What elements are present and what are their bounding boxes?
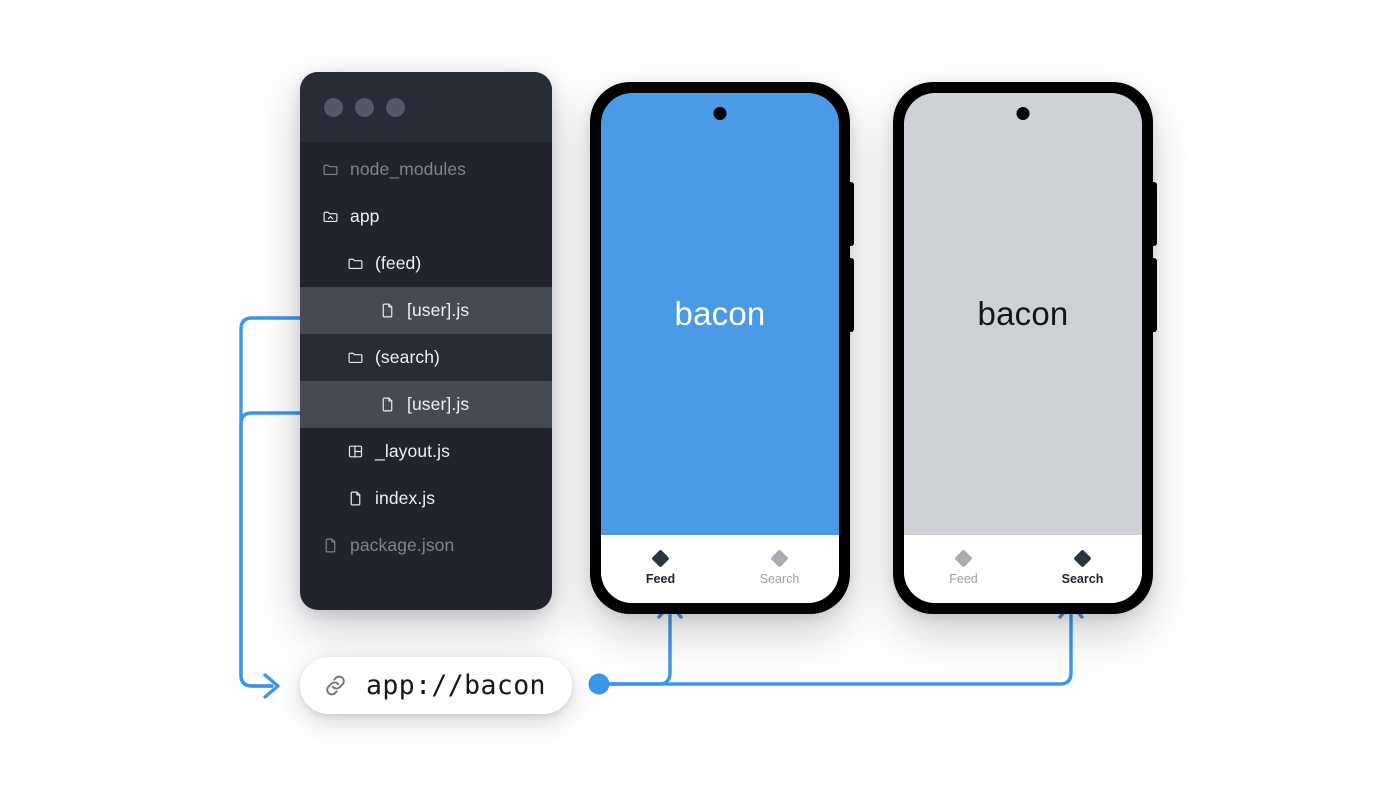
diamond-icon xyxy=(1073,549,1092,568)
file-tree-row[interactable]: node_modules xyxy=(300,146,552,193)
file-tree: node_modulesapp (feed) [user].js (search) [u… xyxy=(300,142,552,569)
folder-icon xyxy=(347,255,364,272)
wire-url-to-phone-search xyxy=(598,603,1073,686)
phone-power-button[interactable] xyxy=(1153,258,1157,332)
phone-screen-title: bacon xyxy=(674,295,766,332)
phone-camera-punchhole xyxy=(1016,107,1030,120)
file-tree-row-label: app xyxy=(350,206,380,226)
code-editor-window: node_modulesapp (feed) [user].js (search) [u… xyxy=(300,72,552,610)
wire-url-to-phone-feed xyxy=(598,603,672,686)
phone-camera-punchhole xyxy=(713,107,727,120)
file-icon xyxy=(347,490,364,507)
file-tree-row[interactable]: package.json xyxy=(300,522,552,569)
file-tree-row[interactable]: _layout.js xyxy=(300,428,552,475)
diamond-icon xyxy=(770,549,789,568)
phone-screen: bacon Feed Search xyxy=(601,93,839,603)
folder-icon xyxy=(347,349,364,366)
file-tree-row-label: node_modules xyxy=(350,159,467,179)
diamond-icon xyxy=(954,549,973,568)
file-icon xyxy=(379,302,396,319)
file-tree-row[interactable]: [user].js xyxy=(300,381,552,428)
diagram-canvas: node_modulesapp (feed) [user].js (search) [u… xyxy=(0,0,1400,786)
file-tree-row-label: [user].js xyxy=(407,300,470,320)
tab-feed[interactable]: Feed xyxy=(904,535,1023,603)
tab-label: Feed xyxy=(645,572,676,586)
file-tree-row-label: index.js xyxy=(375,488,436,508)
file-icon xyxy=(379,396,396,413)
layout-icon xyxy=(347,443,364,460)
wire-arrow-to-url xyxy=(263,673,280,699)
phone-power-button[interactable] xyxy=(850,258,854,332)
file-tree-row[interactable]: app xyxy=(300,193,552,240)
window-minimize-button[interactable] xyxy=(355,97,374,117)
phone-screen: bacon Feed Search xyxy=(904,93,1142,603)
wire-dot-url-pill xyxy=(588,673,610,695)
window-maximize-button[interactable] xyxy=(386,97,405,117)
phone-preview-feed: bacon Feed Search xyxy=(590,82,854,614)
tab-label: Search xyxy=(759,572,800,586)
tab-feed[interactable]: Feed xyxy=(601,535,720,603)
phone-screen-title: bacon xyxy=(977,295,1069,332)
folder-open-icon xyxy=(322,208,339,225)
tab-label: Feed xyxy=(949,572,978,586)
editor-titlebar xyxy=(300,72,552,142)
diamond-icon xyxy=(651,549,670,568)
file-tree-row[interactable]: (search) xyxy=(300,334,552,381)
file-icon xyxy=(322,537,339,554)
phone-tab-bar: Feed Search xyxy=(601,535,839,603)
file-tree-row-label: (search) xyxy=(375,347,440,367)
tab-label: Search xyxy=(1061,572,1104,586)
phone-tab-bar: Feed Search xyxy=(904,535,1142,603)
phone-screen-content: bacon xyxy=(904,93,1142,535)
phone-volume-button[interactable] xyxy=(1153,182,1157,246)
file-tree-row-label: _layout.js xyxy=(375,441,450,461)
file-tree-row-label: (feed) xyxy=(375,253,422,273)
deep-link-url-text: app://bacon xyxy=(366,670,546,701)
phone-volume-button[interactable] xyxy=(850,182,854,246)
file-tree-row-label: package.json xyxy=(350,535,455,555)
deep-link-url-pill[interactable]: app://bacon xyxy=(300,657,572,714)
window-close-button[interactable] xyxy=(324,97,343,117)
link-icon xyxy=(322,672,349,699)
tab-search[interactable]: Search xyxy=(720,535,839,603)
file-tree-row[interactable]: index.js xyxy=(300,475,552,522)
phone-screen-content: bacon xyxy=(601,93,839,535)
folder-icon xyxy=(322,161,339,178)
phone-preview-search: bacon Feed Search xyxy=(893,82,1157,614)
file-tree-row-label: [user].js xyxy=(407,394,470,414)
tab-search[interactable]: Search xyxy=(1023,535,1142,603)
file-tree-row[interactable]: (feed) xyxy=(300,240,552,287)
file-tree-row[interactable]: [user].js xyxy=(300,287,552,334)
